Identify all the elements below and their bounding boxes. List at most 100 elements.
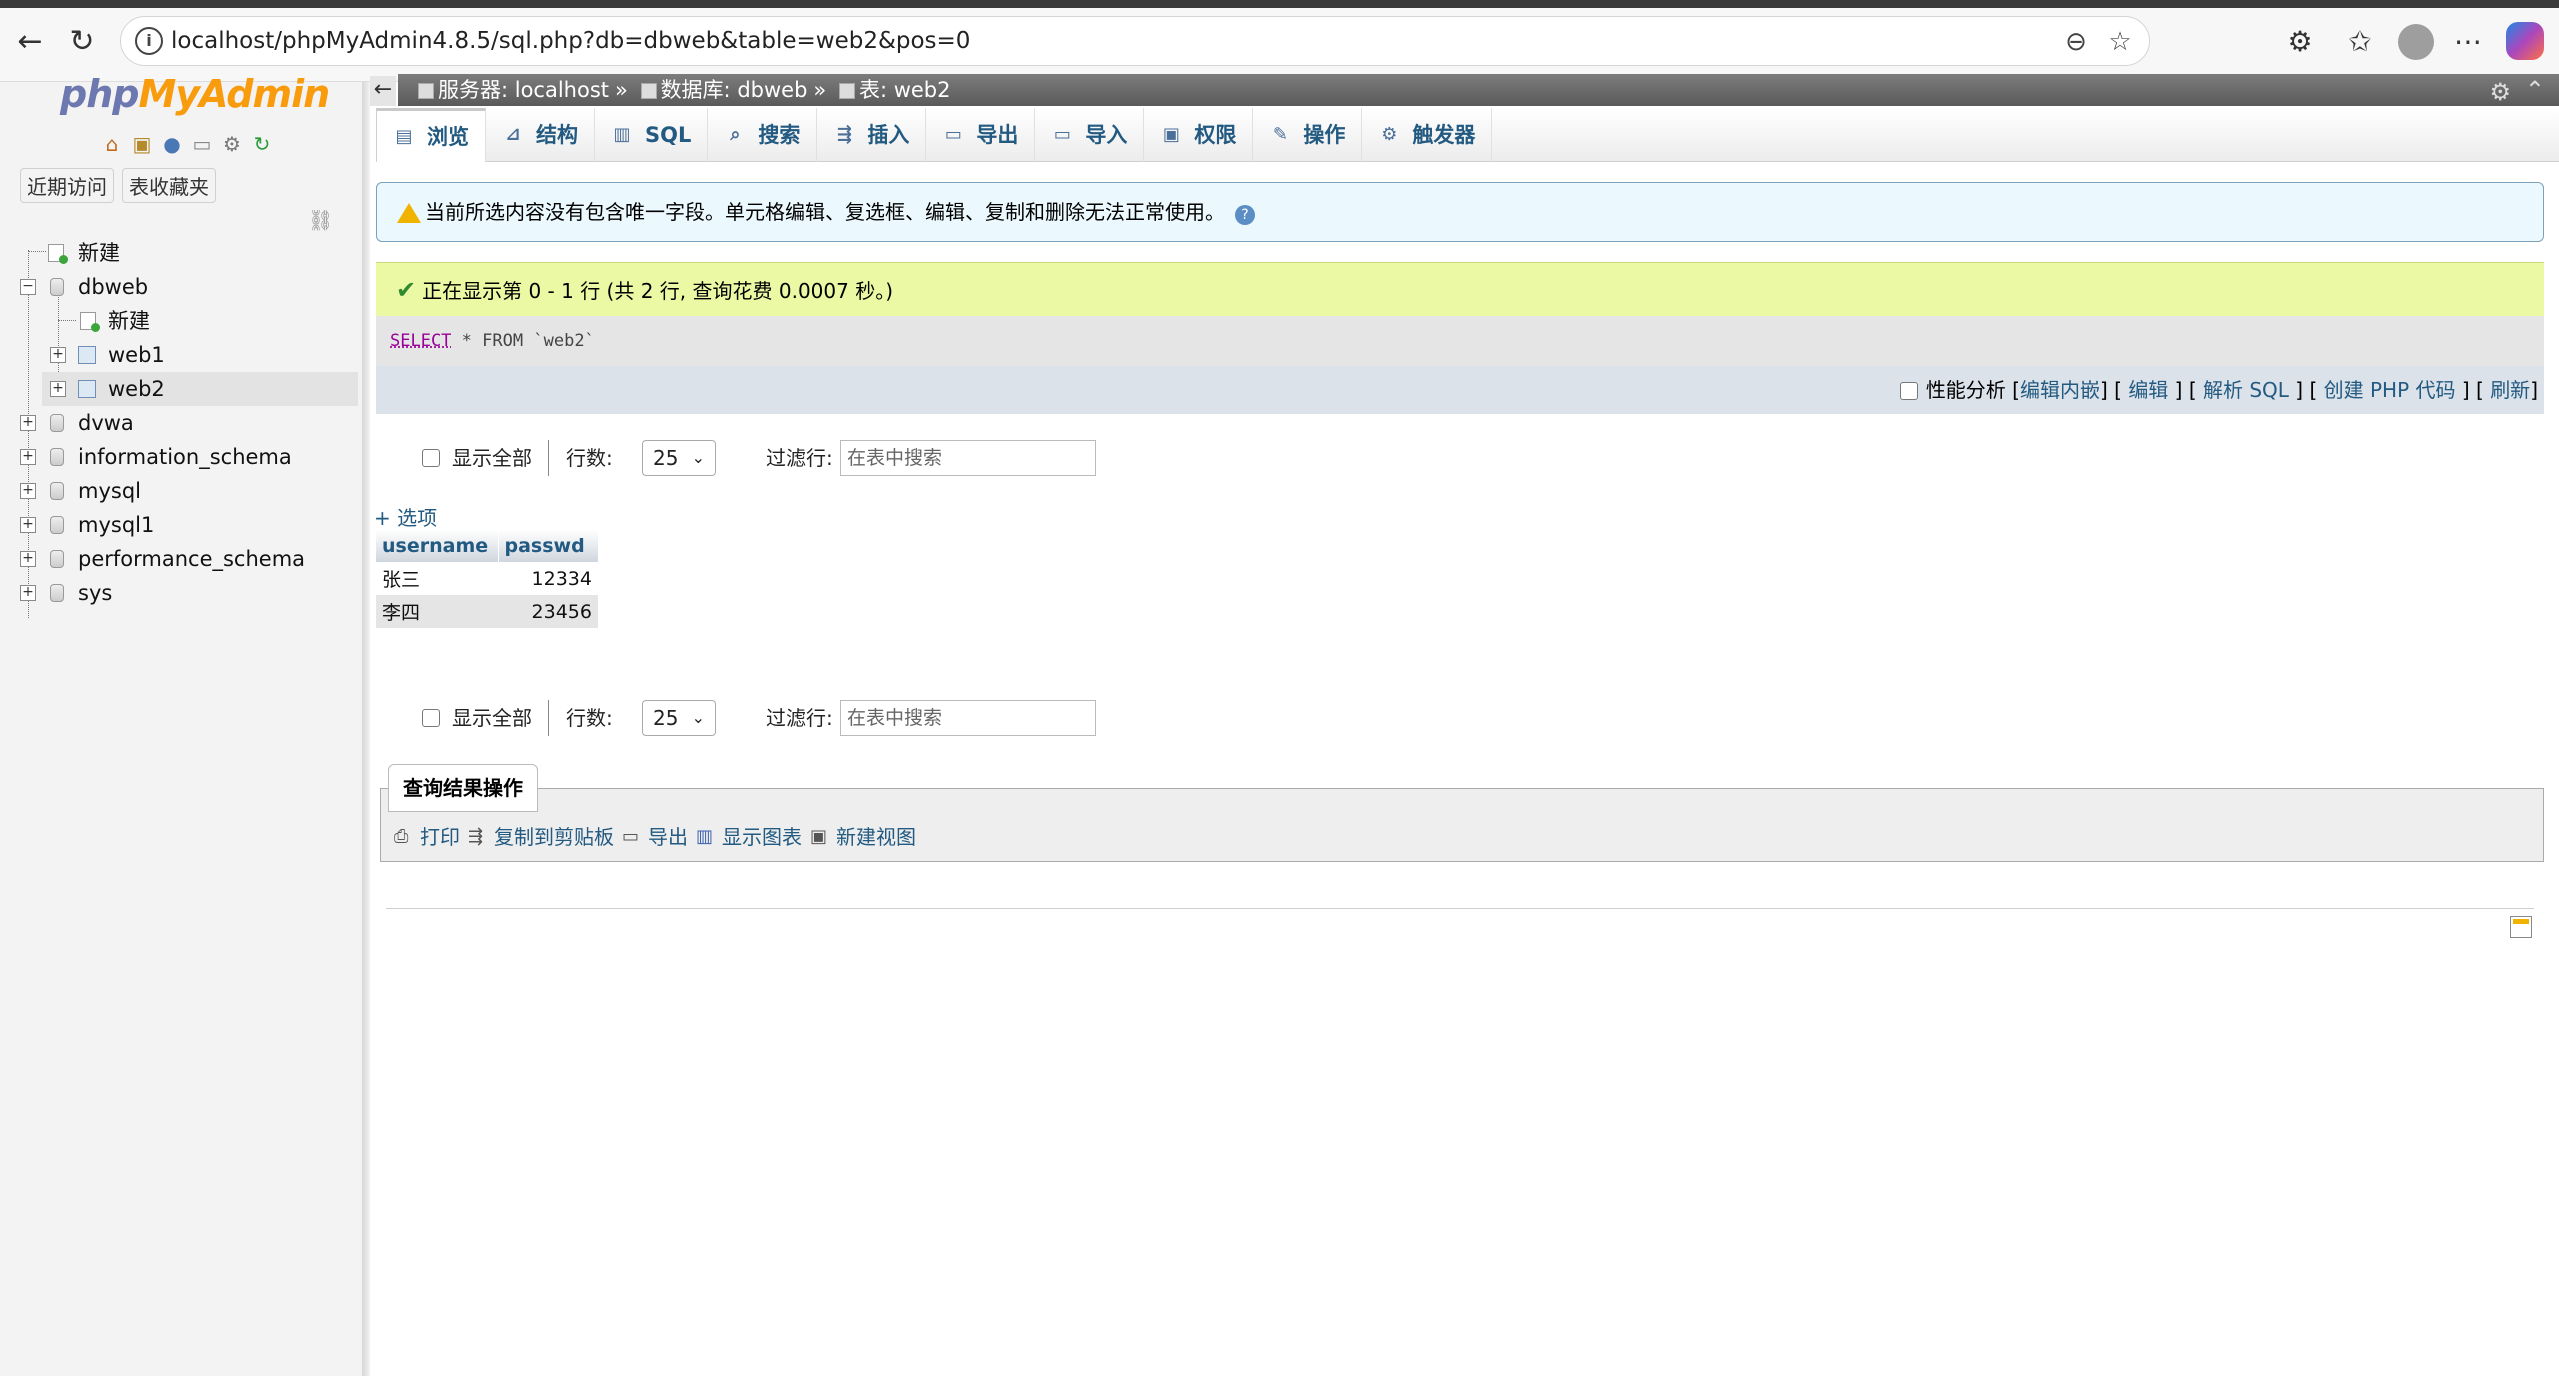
- cell-username[interactable]: 李四: [376, 595, 498, 628]
- console-toggle-icon[interactable]: [2510, 916, 2532, 938]
- show-all-checkbox[interactable]: [422, 709, 440, 727]
- back-icon[interactable]: ←: [10, 22, 50, 62]
- expand-icon[interactable]: +: [20, 585, 36, 601]
- sql-keyword-select[interactable]: SELECT: [390, 331, 451, 351]
- breadcrumb-separator: »: [615, 78, 628, 102]
- filter-input[interactable]: 在表中搜索: [840, 440, 1096, 476]
- tab-export[interactable]: ▭ 导出: [926, 108, 1036, 162]
- sql-icon: ▥: [613, 124, 631, 145]
- edit-link[interactable]: 编辑: [2128, 378, 2168, 402]
- tree-item-mysql1[interactable]: + mysql1: [0, 508, 366, 542]
- logout-icon[interactable]: ▣: [130, 132, 154, 156]
- breadcrumb: 服务器: localhost» 数据库: dbweb» 表: web2 ⚙ ⌃: [398, 74, 2559, 106]
- cell-username[interactable]: 张三: [376, 562, 498, 595]
- display-chart-link[interactable]: ▥ 显示图表: [696, 820, 802, 854]
- expand-icon[interactable]: +: [20, 415, 36, 431]
- tab-search[interactable]: ⌕ 搜索: [708, 108, 818, 162]
- tab-sql[interactable]: ▥ SQL: [595, 108, 709, 162]
- table-row[interactable]: 张三 12334: [376, 562, 598, 595]
- favorites-button[interactable]: 表收藏夹: [122, 168, 216, 203]
- expand-icon[interactable]: +: [50, 381, 66, 397]
- tree-item-web1[interactable]: + web1: [0, 338, 366, 372]
- tab-privileges[interactable]: ▣ 权限: [1144, 108, 1254, 162]
- favorite-star-icon[interactable]: ☆: [2103, 25, 2137, 59]
- create-php-link[interactable]: 创建 PHP 代码: [2324, 378, 2456, 402]
- column-header-username[interactable]: username: [376, 530, 499, 562]
- home-icon[interactable]: ⌂: [100, 132, 124, 156]
- collapse-icon[interactable]: −: [20, 279, 36, 295]
- cell-passwd[interactable]: 12334: [498, 562, 598, 595]
- sql-query-display[interactable]: SELECT * FROM `web2`: [376, 316, 2544, 366]
- more-icon[interactable]: ⋯: [2448, 22, 2488, 62]
- new-icon: [80, 312, 100, 332]
- tab-structure[interactable]: ⊿ 结构: [486, 108, 595, 162]
- reader-icon[interactable]: ⊖: [2059, 25, 2093, 59]
- navigation-controls-bottom: 显示全部 行数: 25 ⌄ 过滤行: 在表中搜索: [418, 698, 1118, 738]
- table-icon: [838, 83, 855, 99]
- tree-item-dbweb[interactable]: − dbweb: [0, 270, 366, 304]
- url-text[interactable]: localhost/phpMyAdmin4.8.5/sql.php?db=dbw…: [171, 28, 970, 54]
- info-icon[interactable]: i: [135, 27, 163, 55]
- server-icon: [418, 83, 434, 99]
- settings-icon[interactable]: ⚙: [220, 132, 244, 156]
- tree-item-new[interactable]: 新建: [0, 236, 366, 270]
- phpmyadmin-logo[interactable]: phpMyAdmin: [60, 72, 330, 116]
- show-all-checkbox[interactable]: [422, 449, 440, 467]
- tree-item-sys[interactable]: + sys: [0, 576, 366, 610]
- page-settings-icon[interactable]: ⚙: [2489, 76, 2511, 108]
- column-header-passwd[interactable]: passwd: [498, 530, 599, 562]
- create-view-link[interactable]: ▣ 新建视图: [810, 820, 916, 854]
- breadcrumb-table[interactable]: 表: web2: [859, 78, 951, 102]
- explain-sql-link[interactable]: 解析 SQL: [2203, 378, 2289, 402]
- help-icon[interactable]: ●: [160, 132, 184, 156]
- chart-icon: ▥: [696, 826, 714, 847]
- chevron-down-icon: ⌄: [691, 708, 705, 727]
- filter-input[interactable]: 在表中搜索: [840, 700, 1096, 736]
- divider: [386, 908, 2534, 909]
- expand-icon[interactable]: +: [20, 517, 36, 533]
- help-icon[interactable]: ?: [1235, 205, 1255, 225]
- tab-operations[interactable]: ✎ 操作: [1253, 108, 1363, 162]
- tree-item-performance-schema[interactable]: + performance_schema: [0, 542, 366, 576]
- expand-icon[interactable]: +: [50, 347, 66, 363]
- inline-edit-link[interactable]: 编辑内嵌: [2020, 378, 2100, 402]
- tree-item-dvwa[interactable]: + dvwa: [0, 406, 366, 440]
- scroll-top-icon[interactable]: ⌃: [2525, 74, 2545, 106]
- expand-icon[interactable]: +: [20, 483, 36, 499]
- export-link[interactable]: ▭ 导出: [622, 820, 688, 854]
- refresh-link[interactable]: 刷新: [2490, 378, 2530, 402]
- database-icon: [50, 516, 64, 534]
- rows-select[interactable]: 25 ⌄: [642, 700, 716, 736]
- cell-passwd[interactable]: 23456: [498, 595, 598, 628]
- link-chain-icon[interactable]: ⛓: [308, 208, 333, 232]
- tab-label: 导入: [1085, 123, 1128, 147]
- tab-browse[interactable]: ▤ 浏览: [376, 108, 486, 162]
- tree-item-information-schema[interactable]: + information_schema: [0, 440, 366, 474]
- copy-clipboard-link[interactable]: ⇶ 复制到剪贴板: [468, 820, 614, 854]
- tab-insert[interactable]: ⇶ 插入: [817, 108, 927, 162]
- extensions-icon[interactable]: ⚙: [2280, 22, 2320, 62]
- profile-avatar[interactable]: [2398, 24, 2434, 60]
- expand-icon[interactable]: +: [20, 551, 36, 567]
- print-link[interactable]: ⎙ 打印: [394, 820, 460, 854]
- recent-button[interactable]: 近期访问: [20, 168, 114, 203]
- address-bar[interactable]: i localhost/phpMyAdmin4.8.5/sql.php?db=d…: [120, 16, 2150, 66]
- docs-icon[interactable]: ▭: [190, 132, 214, 156]
- table-row[interactable]: 李四 23456: [376, 595, 598, 628]
- expand-icon[interactable]: +: [20, 449, 36, 465]
- breadcrumb-database[interactable]: 数据库: dbweb: [661, 78, 808, 102]
- tree-item-dbweb-new[interactable]: 新建: [0, 304, 366, 338]
- tab-triggers[interactable]: ⚙ 触发器: [1362, 108, 1493, 162]
- tab-import[interactable]: ▭ 导入: [1035, 108, 1145, 162]
- options-link[interactable]: + 选项: [374, 502, 437, 531]
- rows-select[interactable]: 25 ⌄: [642, 440, 716, 476]
- profiling-checkbox[interactable]: [1899, 382, 1918, 400]
- copilot-icon[interactable]: [2506, 22, 2544, 60]
- reload-nav-icon[interactable]: ↻: [250, 132, 274, 156]
- reload-icon[interactable]: ↻: [62, 22, 102, 62]
- breadcrumb-server[interactable]: 服务器: localhost: [438, 78, 609, 102]
- tree-item-web2[interactable]: + web2: [42, 372, 358, 406]
- tree-item-mysql[interactable]: + mysql: [0, 474, 366, 508]
- favorites-icon[interactable]: ✩: [2340, 22, 2380, 62]
- collapse-panel-icon[interactable]: ←: [370, 76, 396, 106]
